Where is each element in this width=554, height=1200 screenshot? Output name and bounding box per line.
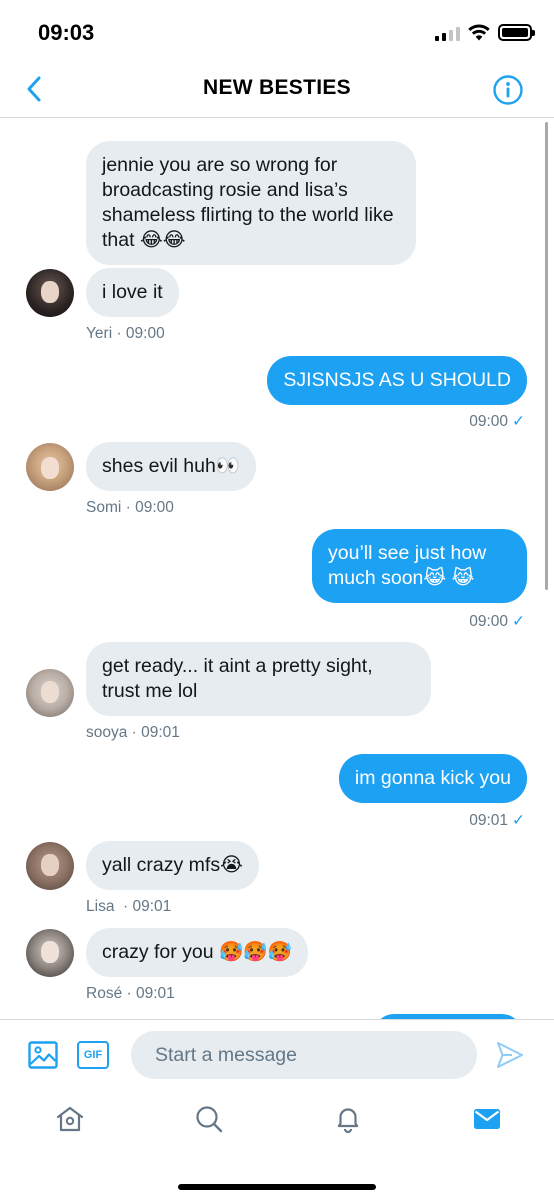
search-icon xyxy=(196,1106,223,1133)
message-meta: sooya · 09:01 xyxy=(86,724,180,741)
message-meta: 09:00 ✓ xyxy=(469,613,525,630)
status-bar: 09:03 xyxy=(0,0,554,62)
message-bubble[interactable]: yall crazy mfs😭 xyxy=(86,841,259,890)
mail-icon xyxy=(474,1109,500,1129)
message-bubble[interactable]: get ready... it aint a pretty sight, tru… xyxy=(86,642,431,716)
tab-home[interactable] xyxy=(52,1101,88,1137)
gif-label: GIF xyxy=(83,1049,103,1061)
message-text: get ready... it aint a pretty sight, tru… xyxy=(102,655,373,702)
tab-messages[interactable] xyxy=(469,1101,505,1137)
message-text: shes evil huh👀 xyxy=(102,455,241,477)
message-bubble[interactable]: im gonna kick you xyxy=(338,754,527,803)
gif-button[interactable]: GIF xyxy=(76,1039,110,1071)
message-meta: 09:01 ✓ xyxy=(469,812,525,829)
message-thread: jennie you are so wrong for broadcasting… xyxy=(0,119,554,1019)
checkmark-icon: ✓ xyxy=(512,413,525,430)
avatar[interactable] xyxy=(26,929,74,977)
status-time: 09:03 xyxy=(38,20,95,45)
message-input[interactable] xyxy=(131,1031,477,1079)
tab-search[interactable] xyxy=(191,1101,227,1137)
avatar[interactable] xyxy=(26,443,74,491)
message-meta: Somi · 09:00 xyxy=(86,499,174,516)
message-composer: GIF xyxy=(0,1019,554,1095)
message-bubble[interactable]: you’ll see just how much soon😹 😹 xyxy=(312,529,527,603)
status-icons xyxy=(435,24,535,41)
info-icon[interactable] xyxy=(492,74,524,106)
gif-icon: GIF xyxy=(77,1041,109,1069)
conversation-title: NEW BESTIES xyxy=(203,76,351,99)
message-text: crazy for you 🥵🥵🥵 xyxy=(102,941,292,963)
message-text: SJISNSJS AS U SHOULD xyxy=(283,369,511,391)
checkmark-icon: ✓ xyxy=(512,812,525,829)
message-meta: Yeri · 09:00 xyxy=(86,325,165,342)
tab-bar xyxy=(0,1095,554,1200)
message-bubble[interactable]: crazy for you 🥵🥵🥵 xyxy=(86,928,308,977)
send-icon xyxy=(497,1042,523,1068)
message-text: i love it xyxy=(102,281,163,303)
message-bubble[interactable]: shes evil huh👀 xyxy=(86,442,257,491)
send-button[interactable] xyxy=(494,1039,526,1071)
avatar[interactable] xyxy=(26,842,74,890)
message-meta: Lisa · 09:01 xyxy=(86,898,172,915)
tab-notifications[interactable] xyxy=(330,1101,366,1137)
message-text: yall crazy mfs😭 xyxy=(102,854,243,876)
conversation-header: NEW BESTIES xyxy=(0,62,554,118)
avatar[interactable] xyxy=(26,669,74,717)
cellular-signal-icon xyxy=(435,25,460,41)
home-indicator[interactable] xyxy=(178,1184,376,1190)
avatar[interactable] xyxy=(26,269,74,317)
image-button[interactable] xyxy=(26,1038,60,1072)
wifi-icon xyxy=(468,24,490,41)
message-bubble[interactable]: jennie you are so wrong for broadcasting… xyxy=(86,141,416,265)
scrollbar[interactable] xyxy=(545,122,548,590)
battery-icon xyxy=(498,24,535,41)
message-meta: 09:00 ✓ xyxy=(469,413,525,430)
message-text: jennie you are so wrong for broadcasting… xyxy=(102,154,394,251)
home-icon xyxy=(56,1106,84,1132)
message-text: you’ll see just how much soon😹 😹 xyxy=(328,542,487,589)
image-icon xyxy=(28,1041,58,1069)
checkmark-icon: ✓ xyxy=(512,613,525,630)
message-bubble[interactable]: SJISNSJS AS U SHOULD xyxy=(267,356,527,405)
message-bubble[interactable]: i love it xyxy=(86,268,179,317)
bell-icon xyxy=(337,1108,359,1134)
message-text: im gonna kick you xyxy=(354,767,511,789)
message-meta: Rosé · 09:01 xyxy=(86,985,175,1002)
